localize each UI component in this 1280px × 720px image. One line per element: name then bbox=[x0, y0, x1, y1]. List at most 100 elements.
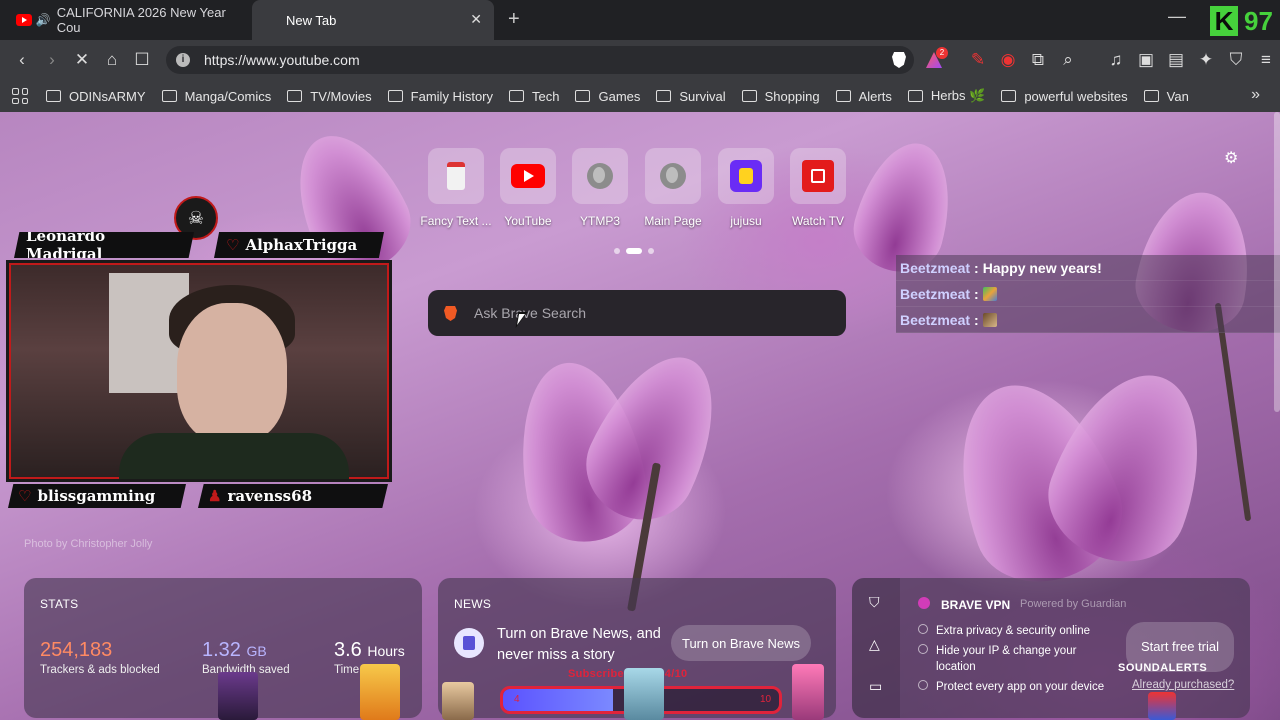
extension-pen-icon[interactable]: ✎ bbox=[968, 50, 988, 70]
pager-dot-active[interactable] bbox=[626, 248, 642, 254]
subscriber-goal-target: 10 bbox=[760, 694, 772, 705]
subscriber-goal-current: 4 bbox=[514, 694, 520, 705]
bookmark-folder[interactable]: Herbs 🌿 bbox=[907, 88, 985, 104]
vpn-feature-text: Hide your IP & change your location bbox=[936, 645, 1077, 673]
check-icon bbox=[918, 624, 928, 634]
bookmark-folder[interactable]: Games bbox=[575, 88, 640, 104]
vpn-feature-text: Extra privacy & security online bbox=[936, 625, 1091, 637]
globe-icon bbox=[587, 163, 613, 189]
stop-icon[interactable]: ✕ bbox=[72, 50, 92, 70]
bookmark-label: ODINsARMY bbox=[69, 88, 146, 104]
tab-strip: 🔊 CALIFORNIA 2026 New Year Cou New Tab ✕… bbox=[0, 0, 1280, 40]
tv-glyph bbox=[811, 169, 825, 183]
globe-icon bbox=[660, 163, 686, 189]
apps-icon[interactable] bbox=[12, 88, 28, 104]
back-icon[interactable]: ‹ bbox=[12, 50, 32, 70]
pixel-sprite bbox=[624, 668, 664, 720]
youtube-icon bbox=[511, 164, 545, 188]
bookmark-icon[interactable]: ☐ bbox=[132, 50, 152, 70]
wallet-icon[interactable]: ▤ bbox=[1166, 50, 1186, 70]
emote-icon bbox=[982, 312, 997, 327]
menu-icon[interactable]: ≡ bbox=[1256, 50, 1276, 70]
overlay-name-tag: ♡ AlphaxTrigga bbox=[214, 232, 384, 258]
top-site-tile[interactable]: YouTube bbox=[498, 148, 558, 228]
folder-icon bbox=[161, 90, 177, 102]
trackers-label: Trackers & ads blocked bbox=[40, 664, 160, 676]
leo-ai-icon[interactable]: ✦ bbox=[1196, 50, 1216, 70]
tab-youtube[interactable]: 🔊 CALIFORNIA 2026 New Year Cou bbox=[0, 0, 250, 40]
site-info-icon[interactable]: i bbox=[176, 53, 190, 67]
turn-on-news-button[interactable]: Turn on Brave News bbox=[671, 625, 811, 661]
pager-dot[interactable] bbox=[614, 248, 620, 254]
already-purchased-link[interactable]: Already purchased? bbox=[1132, 679, 1234, 691]
top-site-icon-box[interactable] bbox=[718, 148, 774, 204]
forward-icon[interactable]: › bbox=[42, 50, 62, 70]
top-site-icon-box[interactable] bbox=[500, 148, 556, 204]
top-site-tile[interactable]: YTMP3 bbox=[570, 148, 630, 228]
reader-icon[interactable]: ⌕ bbox=[1058, 50, 1078, 70]
top-site-icon-box[interactable] bbox=[790, 148, 846, 204]
youtube-icon bbox=[16, 14, 32, 26]
bookmark-folder[interactable]: Tech bbox=[509, 88, 559, 104]
top-site-icon-box[interactable] bbox=[572, 148, 628, 204]
top-site-tile[interactable]: Watch TV bbox=[788, 148, 848, 228]
pager-dot[interactable] bbox=[648, 248, 654, 254]
close-icon[interactable]: ✕ bbox=[470, 11, 482, 28]
photo-credit[interactable]: Photo by Christopher Jolly bbox=[24, 538, 152, 550]
toolbar: ‹ › ✕ ⌂ ☐ i https://www.youtube.com 2 ✎ … bbox=[0, 40, 1280, 80]
brave-search-box[interactable]: Ask Brave Search bbox=[428, 290, 846, 336]
new-tab-button[interactable]: + bbox=[508, 8, 520, 31]
folder-icon bbox=[46, 90, 61, 102]
document-icon bbox=[447, 162, 465, 190]
flower-stem bbox=[1214, 302, 1252, 522]
bandwidth-unit: GB bbox=[246, 643, 267, 659]
url-text[interactable]: https://www.youtube.com bbox=[204, 52, 360, 68]
settings-gear-icon[interactable]: ⚙ bbox=[1224, 148, 1238, 168]
tab-new-tab[interactable]: New Tab ✕ bbox=[252, 0, 494, 40]
speaker-icon[interactable]: 🔊 bbox=[36, 13, 51, 27]
bookmark-folder[interactable]: ODINsARMY bbox=[46, 88, 146, 104]
extension-record-icon[interactable]: ◉ bbox=[998, 50, 1018, 70]
new-tab-page: Fancy Text ... YouTube YTMP3 Main Page jujus… bbox=[0, 112, 1280, 720]
bookmarks-bar: ODINsARMY Manga/Comics TV/Movies Family His… bbox=[0, 80, 1280, 112]
scrollbar[interactable] bbox=[1274, 112, 1280, 412]
bookmark-folder[interactable]: Shopping bbox=[741, 88, 820, 104]
home-icon[interactable]: ⌂ bbox=[102, 50, 122, 70]
extensions-icon[interactable]: ⧉ bbox=[1028, 50, 1048, 70]
top-site-label[interactable]: Watch TV bbox=[773, 214, 863, 228]
time-number: 3.6 bbox=[334, 639, 362, 661]
top-site-icon-box[interactable] bbox=[645, 148, 701, 204]
webcam-person-shirt bbox=[119, 433, 349, 479]
warning-icon[interactable]: △ bbox=[869, 636, 880, 653]
search-placeholder[interactable]: Ask Brave Search bbox=[474, 305, 586, 321]
bookmark-folder[interactable]: Alerts bbox=[835, 88, 892, 104]
vpn-sidebar: ⛉ △ ▭ bbox=[852, 578, 900, 718]
camera-icon[interactable]: ▭ bbox=[869, 678, 882, 695]
vpn-shield-icon[interactable]: ⛉ bbox=[869, 594, 880, 611]
bookmark-folder[interactable]: Family History bbox=[387, 88, 493, 104]
rewards-badge: 2 bbox=[936, 47, 948, 59]
top-site-icon-box[interactable] bbox=[428, 148, 484, 204]
overlay-name: AlphaxTrigga bbox=[245, 236, 358, 254]
folder-icon bbox=[741, 90, 757, 102]
folder-icon bbox=[1143, 90, 1159, 102]
brave-logo-icon bbox=[444, 306, 457, 321]
top-site-tile[interactable]: Main Page bbox=[643, 148, 703, 228]
top-site-tile[interactable]: Fancy Text ... bbox=[420, 148, 492, 228]
more-bookmarks-icon[interactable]: » bbox=[1251, 86, 1260, 104]
pixel-sprite bbox=[218, 672, 258, 720]
address-bar[interactable]: i https://www.youtube.com bbox=[166, 46, 914, 74]
sidebar-icon[interactable]: ▣ bbox=[1136, 50, 1156, 70]
top-site-tile[interactable]: jujusu bbox=[716, 148, 776, 228]
minimize-icon[interactable]: — bbox=[1168, 6, 1186, 27]
bookmark-folder[interactable]: TV/Movies bbox=[287, 88, 372, 104]
bookmark-folder[interactable]: Manga/Comics bbox=[161, 88, 271, 104]
bookmark-label: Alerts bbox=[858, 88, 892, 104]
bookmark-folder[interactable]: Survival bbox=[656, 88, 726, 104]
folder-icon bbox=[656, 90, 672, 102]
webcam-person-face bbox=[177, 303, 287, 443]
bookmark-folder[interactable]: Van bbox=[1143, 88, 1189, 104]
bookmark-folder[interactable]: powerful websites bbox=[1001, 88, 1128, 104]
vpn-shield-icon[interactable]: ⛉ bbox=[1226, 50, 1246, 70]
music-icon[interactable]: ♫ bbox=[1106, 50, 1126, 70]
